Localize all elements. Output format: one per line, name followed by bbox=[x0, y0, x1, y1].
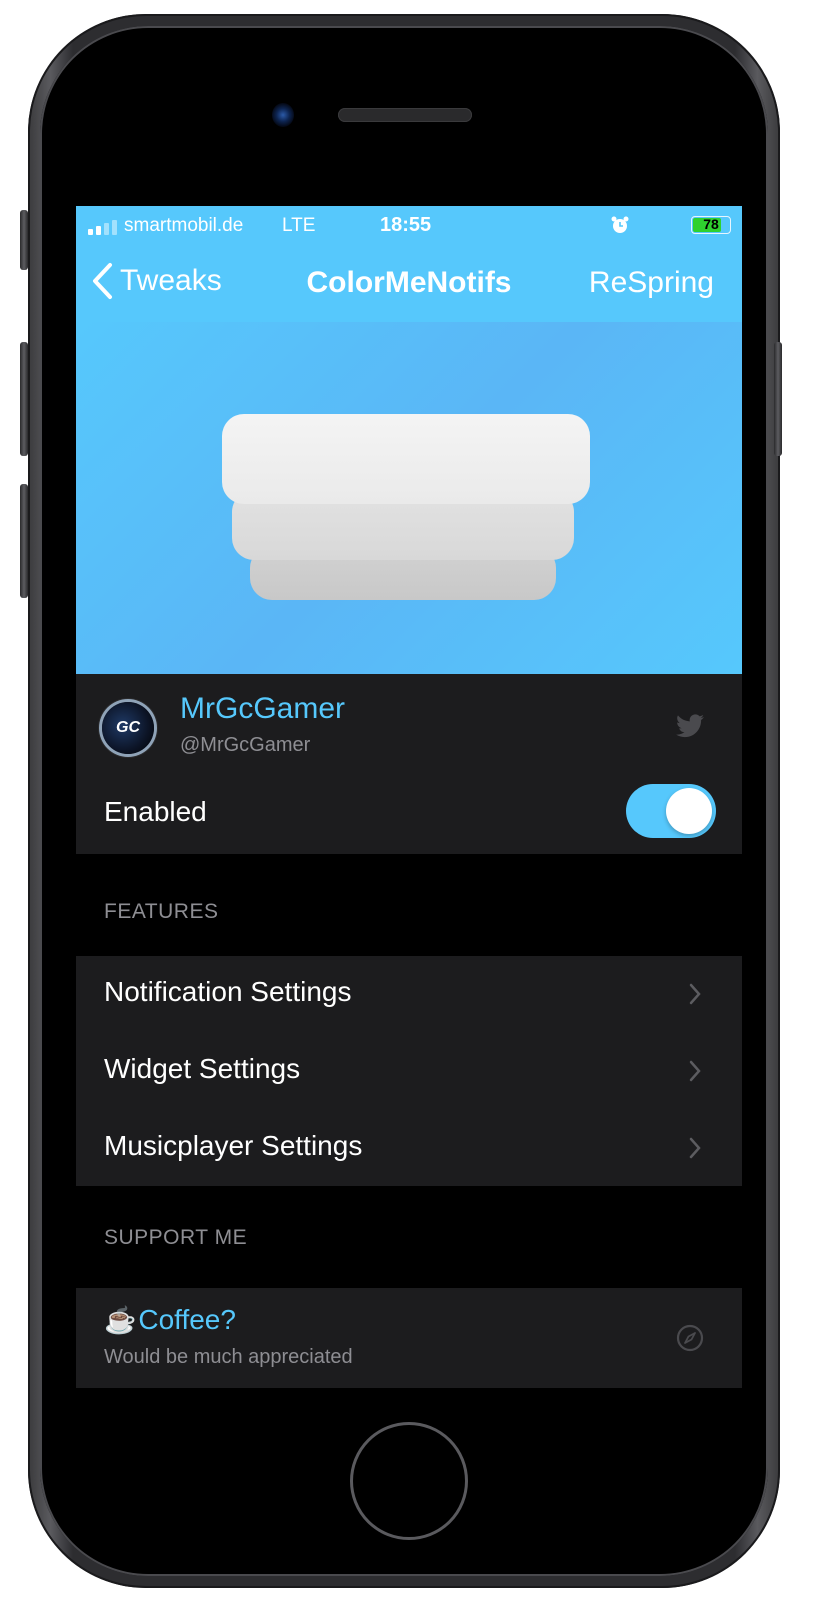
respring-button[interactable]: ReSpring bbox=[589, 266, 714, 300]
notification-preview-front bbox=[222, 414, 590, 504]
widget-settings-row[interactable]: Widget Settings bbox=[76, 1033, 742, 1109]
enabled-toggle[interactable] bbox=[626, 784, 716, 838]
battery-percent: 78 bbox=[703, 216, 719, 232]
network-type: LTE bbox=[282, 215, 316, 236]
notification-settings-row[interactable]: Notification Settings bbox=[76, 956, 742, 1032]
row-label: Musicplayer Settings bbox=[104, 1130, 363, 1161]
front-camera bbox=[272, 103, 294, 127]
twitter-icon[interactable] bbox=[676, 714, 704, 738]
enabled-label: Enabled bbox=[104, 796, 207, 827]
musicplayer-settings-row[interactable]: Musicplayer Settings bbox=[76, 1110, 742, 1186]
mute-switch bbox=[20, 210, 28, 270]
coffee-label: Coffee? bbox=[138, 1304, 236, 1335]
earpiece-speaker bbox=[338, 108, 472, 122]
row-label: Widget Settings bbox=[104, 1053, 301, 1084]
author-handle: @MrGcGamer bbox=[180, 734, 311, 756]
carrier-name: smartmobil.de bbox=[124, 215, 244, 236]
compass-icon bbox=[676, 1324, 704, 1352]
features-header: FEATURES bbox=[104, 900, 219, 923]
coffee-title: ☕ Coffee? bbox=[104, 1304, 236, 1336]
alarm-icon bbox=[611, 216, 629, 233]
header-banner bbox=[76, 322, 742, 674]
features-list: Notification Settings Widget Settings Mu… bbox=[76, 956, 742, 1186]
coffee-subtitle: Would be much appreciated bbox=[104, 1346, 353, 1368]
status-bar: smartmobil.de LTE 18:55 78 bbox=[76, 206, 742, 246]
support-header: SUPPORT ME bbox=[104, 1226, 248, 1249]
chevron-right-icon bbox=[689, 1060, 701, 1082]
chevron-right-icon bbox=[689, 983, 701, 1005]
toggle-knob bbox=[666, 788, 712, 834]
clock: 18:55 bbox=[380, 214, 432, 236]
volume-down-button bbox=[20, 484, 28, 598]
avatar: GC bbox=[102, 702, 154, 754]
signal-icon bbox=[88, 220, 117, 235]
home-button[interactable] bbox=[350, 1422, 468, 1540]
row-label: Notification Settings bbox=[104, 976, 352, 1007]
screen: smartmobil.de LTE 18:55 78 Tweaks ColorM… bbox=[76, 206, 742, 1396]
battery-icon: 78 bbox=[691, 216, 731, 234]
navigation-bar: Tweaks ColorMeNotifs ReSpring bbox=[76, 246, 742, 322]
author-name[interactable]: MrGcGamer bbox=[180, 692, 345, 726]
volume-up-button bbox=[20, 342, 28, 456]
coffee-icon: ☕ bbox=[104, 1304, 137, 1335]
author-card: GC MrGcGamer @MrGcGamer Enabled bbox=[76, 674, 742, 854]
power-button bbox=[774, 342, 782, 456]
coffee-row[interactable]: ☕ Coffee? Would be much appreciated bbox=[76, 1288, 742, 1388]
chevron-right-icon bbox=[689, 1137, 701, 1159]
